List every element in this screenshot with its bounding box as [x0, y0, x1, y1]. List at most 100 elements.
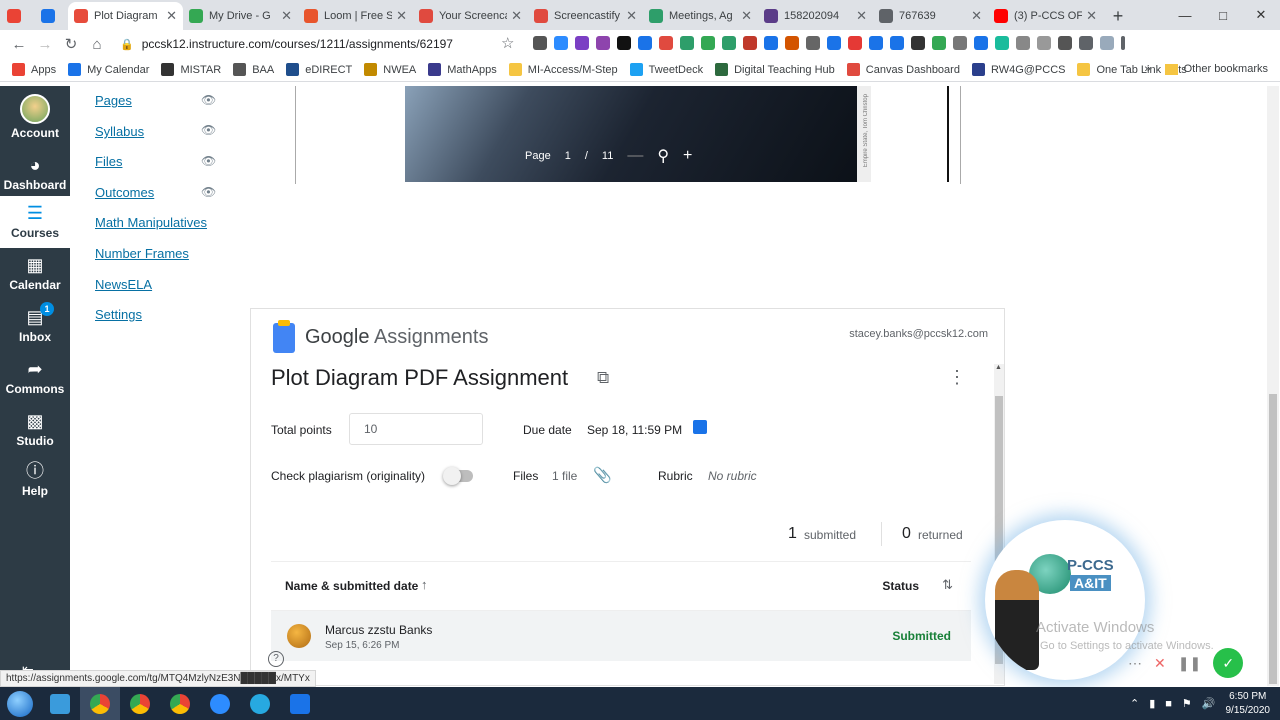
extension-icon[interactable] [680, 36, 694, 50]
close-window-button[interactable]: ✕ [1242, 0, 1280, 30]
puzzle-icon[interactable] [1079, 36, 1093, 50]
nav-inbox[interactable]: ▤ 1 Inbox [0, 302, 70, 344]
extension-icon[interactable] [659, 36, 673, 50]
close-tab-icon[interactable]: ✕ [166, 8, 177, 24]
close-tab-icon[interactable]: ✕ [626, 8, 637, 24]
zoom-in-icon[interactable]: + [683, 147, 692, 165]
minimize-button[interactable]: — [1166, 0, 1204, 30]
close-tab-icon[interactable]: ✕ [511, 8, 522, 24]
other-bookmarks[interactable]: » Other bookmarks [1145, 63, 1269, 75]
extension-icon[interactable] [575, 36, 589, 50]
extension-icon[interactable] [869, 36, 883, 50]
pdf-current-page[interactable]: 1 [565, 150, 571, 162]
browser-tab[interactable]: My Drive - G ✕ [183, 2, 298, 30]
volume-icon[interactable]: 🔊 [1202, 697, 1216, 710]
page-scrollbar[interactable] [1267, 86, 1279, 686]
due-date-value[interactable]: Sep 18, 11:59 PM [587, 423, 682, 437]
browser-tab[interactable]: (3) P-CCS OF ✕ [988, 2, 1103, 30]
webcam-bubble[interactable]: P-CCS A&IT [985, 520, 1145, 680]
zoom-search-icon[interactable]: ⚲ [657, 146, 669, 166]
calendar-icon[interactable] [693, 420, 707, 434]
more-menu-icon[interactable]: ⋮ [948, 367, 966, 388]
nav-courses[interactable]: ☰ Courses [0, 196, 70, 248]
taskbar-app[interactable] [280, 687, 320, 720]
nav-help[interactable]: ⓘ Help [0, 460, 70, 498]
nav-account[interactable]: Account [0, 94, 70, 140]
extension-icon[interactable] [890, 36, 904, 50]
scroll-up-icon[interactable]: ▲ [995, 364, 1002, 371]
maximize-button[interactable]: □ [1204, 0, 1242, 30]
close-tab-icon[interactable]: ✕ [741, 8, 752, 24]
bookmark-item[interactable]: eDIRECT [286, 63, 352, 76]
taskbar-explorer[interactable] [40, 687, 80, 720]
sort-toggle-icon[interactable]: ⇅ [942, 577, 953, 593]
finish-recording-icon[interactable]: ✓ [1213, 648, 1244, 678]
course-nav-files[interactable]: Files [95, 154, 122, 169]
extension-icon[interactable] [554, 36, 568, 50]
bookmark-item[interactable]: BAA [233, 63, 274, 76]
extension-icon[interactable] [1016, 36, 1030, 50]
files-value[interactable]: 1 file [552, 469, 577, 483]
extension-icon[interactable] [785, 36, 799, 50]
extension-icon[interactable] [827, 36, 841, 50]
taskbar-chrome-3[interactable] [160, 687, 200, 720]
home-button[interactable]: ⌂ [84, 36, 110, 53]
bookmark-item[interactable]: Canvas Dashboard [846, 63, 960, 76]
reload-button[interactable]: ↻ [58, 35, 84, 53]
total-points-input[interactable]: 10 [349, 413, 483, 445]
extension-icon[interactable] [953, 36, 967, 50]
course-nav-settings[interactable]: Settings [95, 307, 142, 322]
taskbar-app[interactable] [240, 687, 280, 720]
open-external-icon[interactable]: ⧉ [597, 368, 609, 388]
flag-icon[interactable]: ⚑ [1182, 697, 1192, 710]
course-nav-pages[interactable]: Pages [95, 93, 132, 108]
course-nav-math-manipulatives[interactable]: Math Manipulatives [95, 215, 207, 230]
nav-commons[interactable]: ➦ Commons [0, 358, 70, 396]
extension-icon[interactable] [638, 36, 652, 50]
name-column-header[interactable]: Name & submitted date [285, 579, 418, 593]
close-tab-icon[interactable]: ✕ [396, 8, 407, 24]
taskbar-chrome-1[interactable] [80, 687, 120, 720]
forward-button[interactable]: → [32, 36, 58, 53]
zoom-out-icon[interactable]: — [627, 147, 643, 165]
profile-avatar-icon[interactable] [1100, 36, 1114, 50]
extension-icon[interactable] [1037, 36, 1051, 50]
page-scrollbar-thumb[interactable] [1269, 394, 1277, 684]
close-tab-icon[interactable]: ✕ [1086, 8, 1097, 24]
browser-tab[interactable] [0, 2, 34, 30]
address-bar[interactable]: 🔒 pccsk12.instructure.com/courses/1211/a… [120, 32, 520, 56]
tray-chevron-icon[interactable]: ⌃ [1130, 697, 1139, 710]
extension-icon[interactable] [806, 36, 820, 50]
bookmark-item[interactable]: RW4G@PCCS [971, 63, 1065, 76]
extension-icon[interactable] [932, 36, 946, 50]
pause-icon[interactable]: ❚❚ [1178, 655, 1201, 672]
browser-tab[interactable]: Meetings, Ag ✕ [643, 2, 758, 30]
extension-icon[interactable] [995, 36, 1009, 50]
extension-icon[interactable] [617, 36, 631, 50]
extension-icon[interactable] [701, 36, 715, 50]
browser-tab[interactable] [34, 2, 68, 30]
kebab-menu-icon[interactable] [1121, 36, 1125, 50]
extension-icon[interactable] [1058, 36, 1072, 50]
new-tab-button[interactable]: + [1103, 2, 1133, 30]
course-nav-newsela[interactable]: NewsELA [95, 277, 152, 292]
nav-calendar[interactable]: ▦ Calendar [0, 254, 70, 292]
bookmark-item[interactable]: TweetDeck [629, 63, 703, 76]
extension-icon[interactable] [533, 36, 547, 50]
nav-studio[interactable]: ▩ Studio [0, 410, 70, 448]
help-question-icon[interactable]: ? [268, 651, 284, 667]
close-tab-icon[interactable]: ✕ [856, 8, 867, 24]
extension-icon[interactable] [722, 36, 736, 50]
bookmark-item[interactable]: My Calendar [68, 63, 149, 76]
browser-tab[interactable]: Screencastify ✕ [528, 2, 643, 30]
paperclip-icon[interactable]: 📎 [593, 466, 612, 484]
extension-icon[interactable] [911, 36, 925, 50]
taskbar-clock[interactable]: 6:50 PM 9/15/2020 [1226, 690, 1271, 718]
bookmark-item[interactable]: Digital Teaching Hub [715, 63, 835, 76]
taskbar-zoom[interactable] [200, 687, 240, 720]
browser-tab[interactable]: 158202094 ✕ [758, 2, 873, 30]
bookmark-item[interactable]: Apps [12, 63, 56, 76]
extension-icon[interactable] [764, 36, 778, 50]
network-icon[interactable]: ▮ [1149, 697, 1155, 710]
nav-dashboard[interactable]: ◕ Dashboard [0, 154, 70, 192]
